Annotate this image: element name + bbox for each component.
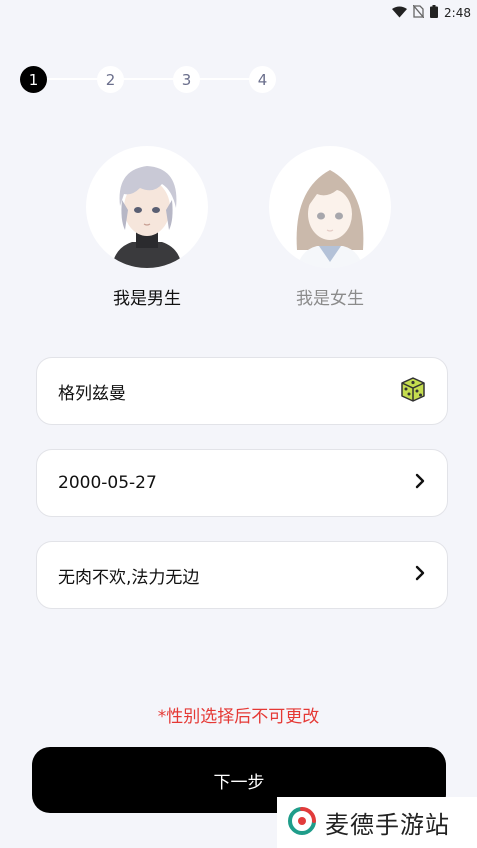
watermark-logo-icon [287, 806, 317, 840]
wifi-icon [392, 3, 408, 22]
gender-warning: *性别选择后不可更改 [157, 707, 320, 727]
battery-icon [430, 3, 439, 22]
step-4: 4 [249, 66, 276, 93]
step-connector [34, 78, 270, 80]
chevron-right-icon [413, 473, 427, 493]
watermark-text: 麦德手游站 [325, 811, 450, 839]
step-2: 2 [97, 66, 124, 93]
male-avatar [86, 146, 208, 268]
nickname-field[interactable]: 格列兹曼 [36, 357, 448, 425]
gender-option-male[interactable]: 我是男生 [86, 146, 208, 309]
status-time: 2:48 [444, 5, 471, 20]
chevron-right-icon [413, 565, 427, 585]
female-label: 我是女生 [296, 289, 364, 309]
signature-value: 无肉不欢,法力无边 [58, 567, 200, 588]
male-label: 我是男生 [113, 289, 181, 309]
dice-icon[interactable] [399, 375, 427, 407]
birthday-field[interactable]: 2000-05-27 [36, 449, 448, 517]
step-3: 3 [173, 66, 200, 93]
signature-field[interactable]: 无肉不欢,法力无边 [36, 541, 448, 609]
no-sim-icon [412, 3, 425, 22]
status-icons: 2:48 [392, 3, 471, 22]
watermark: 麦德手游站 [277, 797, 477, 848]
step-1: 1 [20, 66, 47, 93]
status-bar: 2:48 [0, 0, 477, 22]
female-avatar [269, 146, 391, 268]
step-indicator: 1 2 3 4 [20, 66, 280, 94]
gender-option-female[interactable]: 我是女生 [269, 146, 391, 309]
nickname-value: 格列兹曼 [58, 383, 126, 404]
birthday-value: 2000-05-27 [58, 473, 157, 493]
